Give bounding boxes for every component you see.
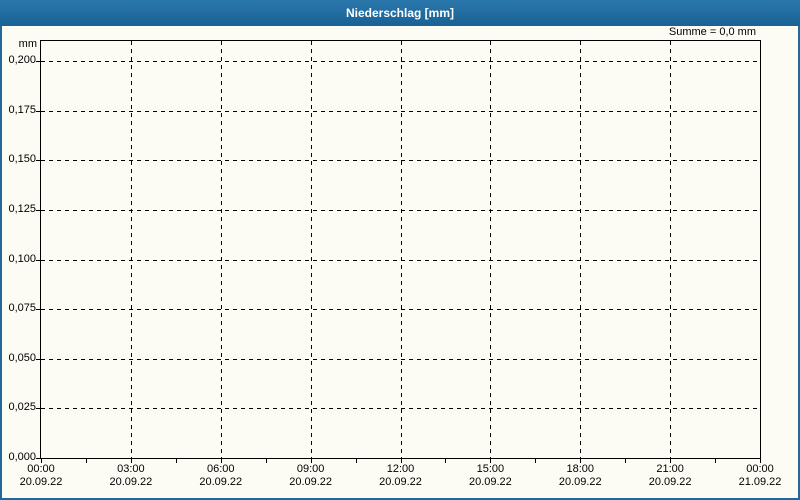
- title-bar: Niederschlag [mm]: [0, 0, 800, 26]
- x-axis-date-label: 20.09.22: [109, 476, 153, 488]
- x-axis-tick: [670, 459, 672, 463]
- x-axis-time-label: 06:00: [206, 463, 235, 475]
- y-axis-tick: [36, 358, 40, 360]
- y-axis-tick-label: 0,150: [8, 153, 36, 166]
- x-axis-tick: [535, 459, 537, 463]
- x-axis-tick: [310, 459, 312, 463]
- x-gridline: [490, 41, 492, 458]
- x-gridline: [310, 41, 312, 458]
- x-axis-time-label: 09:00: [296, 463, 325, 475]
- x-axis-time-label: 12:00: [386, 463, 415, 475]
- x-axis-tick: [490, 459, 492, 463]
- x-axis-tick: [175, 459, 177, 463]
- x-axis-tick: [41, 459, 42, 463]
- y-axis-tick: [36, 209, 40, 211]
- chart-window: Niederschlag [mm] Summe = 0,0 mm mm 0,20…: [0, 0, 800, 500]
- x-axis-date-label: 20.09.22: [379, 476, 422, 488]
- y-axis-tick: [36, 110, 40, 112]
- x-axis-tick: [265, 459, 267, 463]
- x-gridline: [670, 41, 672, 458]
- x-gridline: [580, 41, 582, 458]
- y-axis-tick-label: 0,200: [8, 54, 36, 66]
- y-axis-tick-label: 0,125: [8, 202, 36, 215]
- plot-area: [36, 40, 761, 463]
- y-axis-tick: [36, 259, 40, 261]
- x-axis-date-label: 21.09.22: [738, 476, 782, 488]
- x-axis-tick: [130, 459, 132, 463]
- x-gridline: [130, 41, 132, 458]
- x-axis-tick: [445, 459, 447, 463]
- x-axis-tick: [580, 459, 582, 463]
- y-axis-tick: [36, 160, 40, 162]
- y-axis-tick: [36, 458, 40, 459]
- x-axis-time-label: 00:00: [746, 463, 774, 475]
- y-axis-tick: [36, 309, 40, 311]
- x-axis-tick: [355, 459, 357, 463]
- y-axis-tick: [36, 408, 40, 410]
- y-axis-tick-label: 0,175: [8, 103, 36, 116]
- x-axis-tick: [715, 459, 717, 463]
- y-axis-tick-label: 0,100: [8, 252, 36, 265]
- x-axis-tick: [625, 459, 627, 463]
- x-axis-date-label: 20.09.22: [648, 476, 692, 488]
- x-axis-time-label: 18:00: [566, 463, 595, 475]
- x-axis-time-label: 03:00: [117, 463, 145, 475]
- x-axis-time-label: 00:00: [27, 463, 55, 475]
- x-axis-date-label: 20.09.22: [199, 476, 243, 488]
- y-axis-tick-label: 0,075: [8, 302, 36, 315]
- x-axis-tick: [85, 459, 87, 463]
- x-axis-date-label: 20.09.22: [289, 476, 333, 488]
- x-axis-date-label: 20.09.22: [468, 476, 512, 488]
- x-axis-time-label: 21:00: [656, 463, 684, 475]
- x-axis-tick: [400, 459, 402, 463]
- x-gridline: [220, 41, 222, 458]
- y-axis-unit-label: mm: [18, 38, 37, 50]
- y-axis-tick-label: 0,025: [8, 401, 36, 414]
- summary-label: Summe = 0,0 mm: [668, 26, 756, 38]
- x-axis-date-label: 20.09.22: [19, 476, 63, 488]
- y-axis-tick-label: 0,050: [8, 351, 36, 364]
- x-axis-time-label: 15:00: [476, 463, 505, 475]
- y-axis-tick: [36, 61, 40, 62]
- chart-title: Niederschlag [mm]: [345, 6, 455, 20]
- x-axis-date-label: 20.09.22: [558, 476, 602, 488]
- x-axis-tick: [220, 459, 222, 463]
- x-gridline: [400, 41, 402, 458]
- x-axis-tick: [760, 459, 761, 463]
